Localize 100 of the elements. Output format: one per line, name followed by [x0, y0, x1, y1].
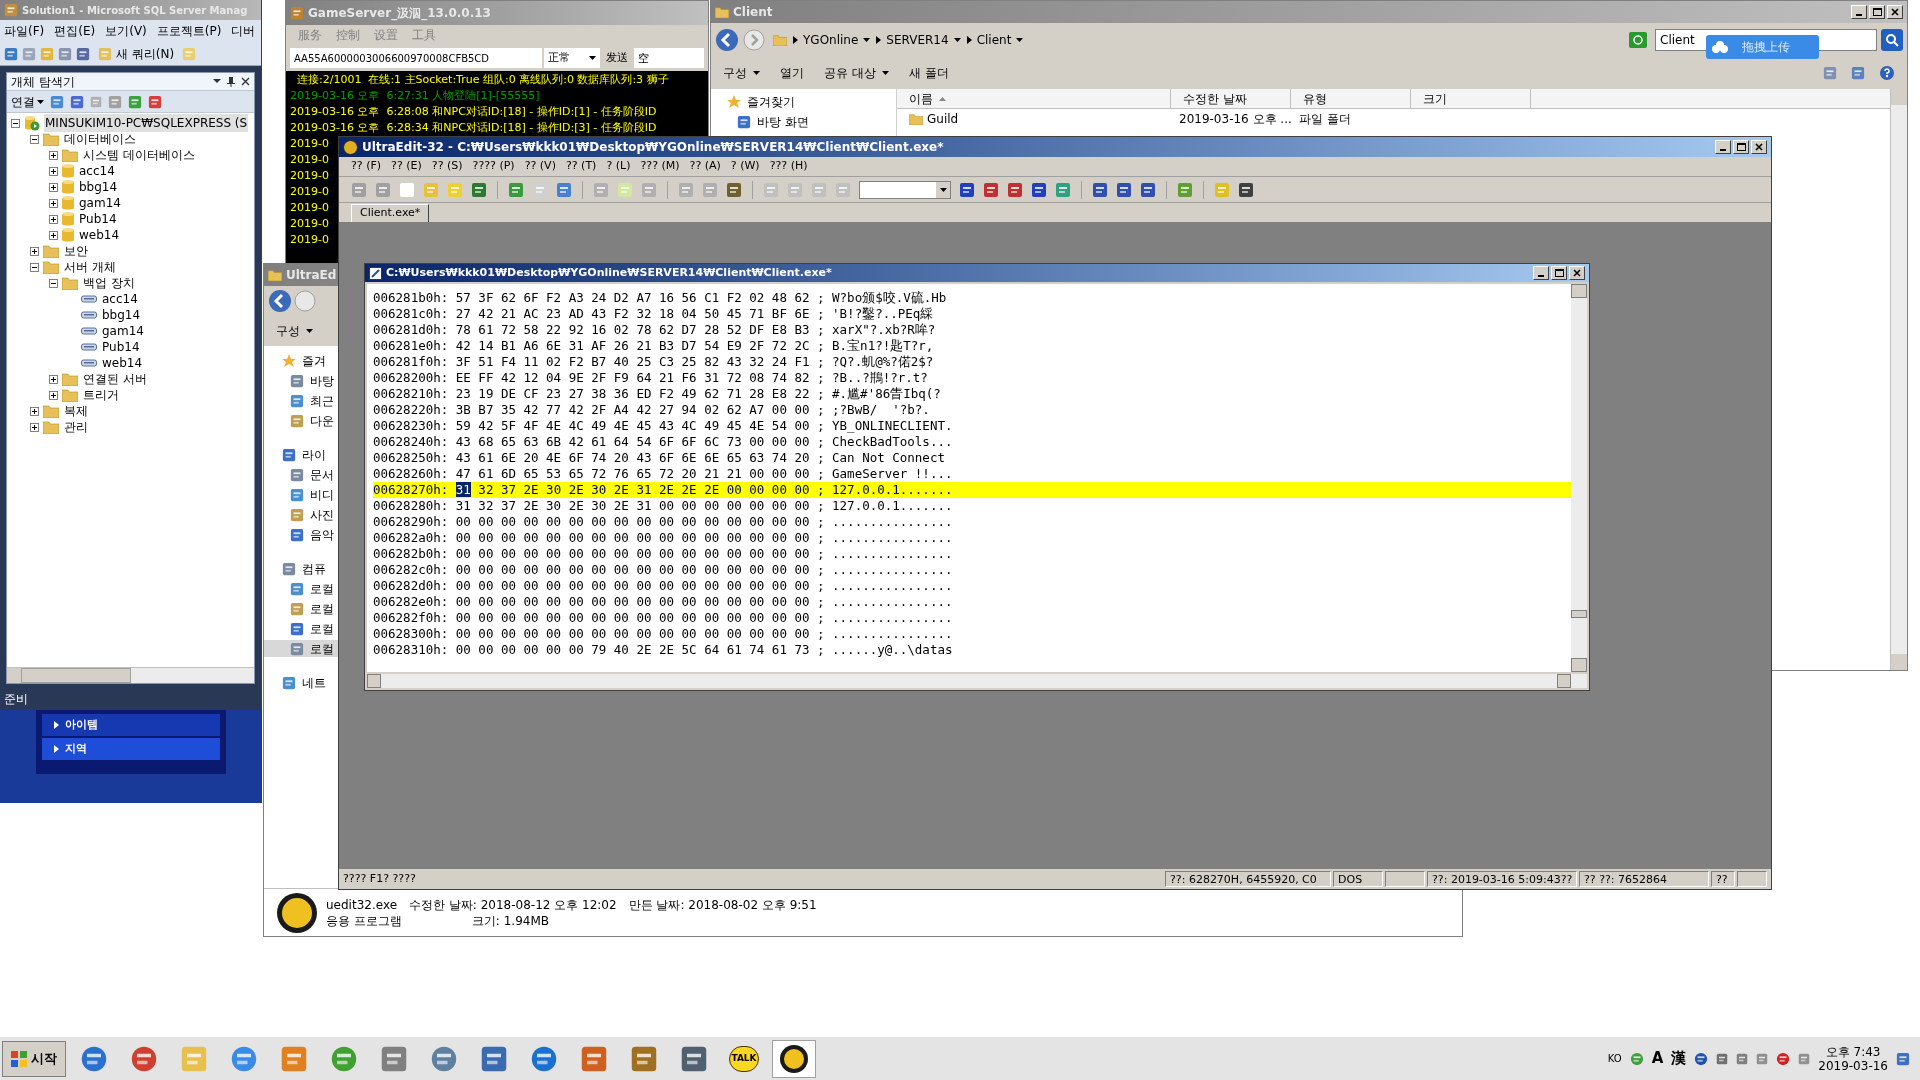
- hex-text: ; ................: [817, 578, 953, 594]
- hex-address: 006282f0h:: [373, 610, 449, 626]
- hex-text: ; B.宝n1?!匙T?r,: [817, 338, 934, 354]
- hex-text: ; ?B..?鵧!?r.t?: [817, 370, 928, 386]
- hex-address: 006281d0h:: [373, 322, 449, 338]
- window-title: UltraEd: [286, 267, 337, 284]
- log-line: 2019-03-16 오후 6:27:31 人物登陆[1]-[55555]: [290, 88, 540, 104]
- hex-bytes: 31 32 37 2E 30 2E 30 2E 31 00 00 00 00 00 00 00: [455, 498, 810, 514]
- hex-bytes: 59 42 5F 4F 4E 4C 49 4E 45 43 4C 49 45 4E 54 00: [455, 418, 810, 434]
- table-cell-text: 파일 폴더: [1298, 111, 1352, 128]
- hex-text: ; ;?BwB/ '?b?.: [817, 402, 930, 418]
- hex-text: ; 127.0.0.1.......: [817, 498, 953, 514]
- table-cell-text: 2019-03-16 오후 ...: [1178, 111, 1291, 128]
- hex-bytes: 00 00 00 00 00 00 00 00 00 00 00 00 00 00 00 00: [455, 514, 810, 530]
- hex-text: ; xarX"?.xb?R哞?: [817, 322, 936, 338]
- hex-bytes: 78 61 72 58 22 92 16 02 78 62 D7 28 52 DF E8 B3: [455, 322, 810, 338]
- hex-text: ; W?bo颁$咬.V硫.Hb: [817, 290, 947, 306]
- window-title: Solution1 - Microsoft SQL Server Manag: [22, 3, 248, 18]
- hex-bytes: 43 68 65 63 6B 42 61 64 54 6F 6F 6C 73 00 00 00: [455, 434, 810, 450]
- clock-time: 오후 7:43: [1825, 1044, 1881, 1059]
- status-field: ??: 628270H, 6455920, C0: [1165, 871, 1331, 887]
- detail-text: 응용 프로그램: [326, 912, 402, 929]
- hex-bytes: 43 61 6E 20 4E 6F 74 20 43 6F 6E 6E 65 63 74 20: [455, 450, 810, 466]
- status-field: ?? ??: 7652864: [1579, 871, 1709, 887]
- hex-bytes: 3B B7 35 42 77 42 2F A4 42 27 94 02 62 A7 00 00: [455, 402, 810, 418]
- hex-address: 006281e0h:: [373, 338, 449, 354]
- hex-text: ; ................: [817, 594, 953, 610]
- hex-text: ; ................: [817, 546, 953, 562]
- hex-bytes: 57 3F 62 6F F2 A3 24 D2 A7 16 56 C1 F2 02 48 62: [455, 290, 810, 306]
- hex-bytes: 23 19 DE CF 23 27 38 36 ED F2 49 62 71 28 E8 22: [455, 386, 810, 402]
- log-line: 2019-0: [290, 216, 329, 232]
- hex-bytes: 00 00 00 00 00 00 79 40 2E 2E 5C 64 61 74 61 73: [455, 642, 810, 658]
- hex-text: ; ................: [817, 514, 953, 530]
- hex-address: 00628220h:: [373, 402, 449, 418]
- window-title: Client: [733, 4, 773, 21]
- chat-app-icon: TALK: [729, 1045, 759, 1072]
- hex-address: 00628300h:: [373, 626, 449, 642]
- hex-text: ; GameServer !!...: [817, 466, 953, 482]
- hex-text: ; 127.0.0.1.......: [817, 482, 953, 498]
- hex-bytes: 47 61 6D 65 53 65 72 76 65 72 20 21 21 00 00 00: [455, 466, 810, 482]
- hex-address: 006281b0h:: [373, 290, 449, 306]
- log-line: 连接:2/1001 在线:1 主Socket:True 组队:0 离线队列:0 数据库队列:3 狮子: [296, 72, 669, 88]
- detail-text: 크기: 1.94MB: [471, 912, 549, 929]
- window-title: UltraEdit-32 - C:₩Users₩kkk01₩Desktop₩YGOnline₩SERVER14₩Client₩Client.exe*: [362, 139, 944, 156]
- log-line: 2019-0: [290, 184, 329, 200]
- detail-text: 만든 날짜: 2018-08-02 오후 9:51: [628, 896, 817, 913]
- status-field: ??: [1711, 871, 1735, 887]
- document-title: C:₩Users₩kkk01₩Desktop₩YGOnline₩SERVER14₩Client₩Client.exe*: [386, 264, 832, 281]
- log-line: 2019-0: [290, 168, 329, 184]
- status-field: ??: 2019-03-16 5:09:43??: [1427, 871, 1577, 887]
- hex-bytes: 00 00 00 00 00 00 00 00 00 00 00 00 00 00 00 00: [455, 578, 810, 594]
- status-field: DOS: [1333, 871, 1383, 887]
- hex-address: 00628200h:: [373, 370, 449, 386]
- hex-address: 006281f0h:: [373, 354, 449, 370]
- hex-address: 00628250h:: [373, 450, 449, 466]
- hex-address: 00628260h:: [373, 466, 449, 482]
- hex-text: ; ................: [817, 610, 953, 626]
- hex-bytes: 00 00 00 00 00 00 00 00 00 00 00 00 00 00 00 00: [455, 610, 810, 626]
- log-line: 2019-03-16 오후 6:28:34 和NPC对话ID:[18] - 操作ID:[3] - 任务阶段ID: [290, 120, 657, 136]
- hex-text: ; ......y@..\datas: [817, 642, 953, 658]
- hex-bytes: 00 00 00 00 00 00 00 00 00 00 00 00 00 00 00 00: [455, 546, 810, 562]
- panel-title: 개체 탐색기: [11, 73, 75, 91]
- hex-address: 006281c0h:: [373, 306, 449, 322]
- hex-text: ; 'B!?鑿?..PEq綵: [817, 306, 934, 322]
- hex-bytes: 31 32 37 2E 30 2E 30 2E 31 2E 2E 2E 00 00 00 00: [455, 482, 810, 498]
- hex-text: ; #.尴#'86眚Ibq(?: [817, 386, 941, 402]
- hex-address: 00628210h:: [373, 386, 449, 402]
- window-title: GameServer_汲泅_13.0.0.13: [308, 5, 491, 22]
- hex-text: ; ................: [817, 562, 953, 578]
- hex-bytes: EE FF 42 12 04 9E 2F F9 64 21 F6 31 72 08 74 82: [455, 370, 810, 386]
- hex-bytes: 27 42 21 AC 23 AD 43 F2 32 18 04 50 45 71 BF 6E: [455, 306, 810, 322]
- clock-date: 2019-03-16: [1818, 1058, 1888, 1073]
- hex-address: 006282c0h:: [373, 562, 449, 578]
- hex-text: ; Can Not Connect: [817, 450, 945, 466]
- hex-bytes: 00 00 00 00 00 00 00 00 00 00 00 00 00 00 00 00: [455, 562, 810, 578]
- hex-address: 00628280h:: [373, 498, 449, 514]
- hex-address: 006282a0h:: [373, 530, 449, 546]
- hex-address: 00628290h:: [373, 514, 449, 530]
- status-text: ???? F1? ????: [343, 870, 416, 887]
- hex-address: 00628240h:: [373, 434, 449, 450]
- hex-text: ; ................: [817, 626, 953, 642]
- hex-bytes: 42 14 B1 A6 6E 31 AF 26 21 B3 D7 54 E9 2F 72 2C: [455, 338, 810, 354]
- hex-address: 00628230h:: [373, 418, 449, 434]
- detail-text: 수정한 날짜: 2018-08-12 오후 12:02: [409, 896, 617, 913]
- hex-text: ; ................: [817, 530, 953, 546]
- hex-address: 006282d0h:: [373, 578, 449, 594]
- hex-address: 006282b0h:: [373, 546, 449, 562]
- hex-bytes: 00 00 00 00 00 00 00 00 00 00 00 00 00 00 00 00: [455, 530, 810, 546]
- log-line: 2019-0: [290, 152, 329, 168]
- hex-bytes: 00 00 00 00 00 00 00 00 00 00 00 00 00 00 00 00: [455, 594, 810, 610]
- hex-text: ; YB_ONLINECLIENT.: [817, 418, 953, 434]
- hex-text: ; ?Q?.虮@%?偌2$?: [817, 354, 934, 370]
- file-name: uedit32.exe: [326, 896, 397, 913]
- hex-address: 006282e0h:: [373, 594, 449, 610]
- status-text: 준비: [4, 691, 28, 708]
- hex-address: 00628310h:: [373, 642, 449, 658]
- log-line: 2019-0: [290, 232, 329, 248]
- log-line: 2019-0: [290, 136, 329, 152]
- hex-text: ; CheckBadTools...: [817, 434, 953, 450]
- log-line: 2019-0: [290, 200, 329, 216]
